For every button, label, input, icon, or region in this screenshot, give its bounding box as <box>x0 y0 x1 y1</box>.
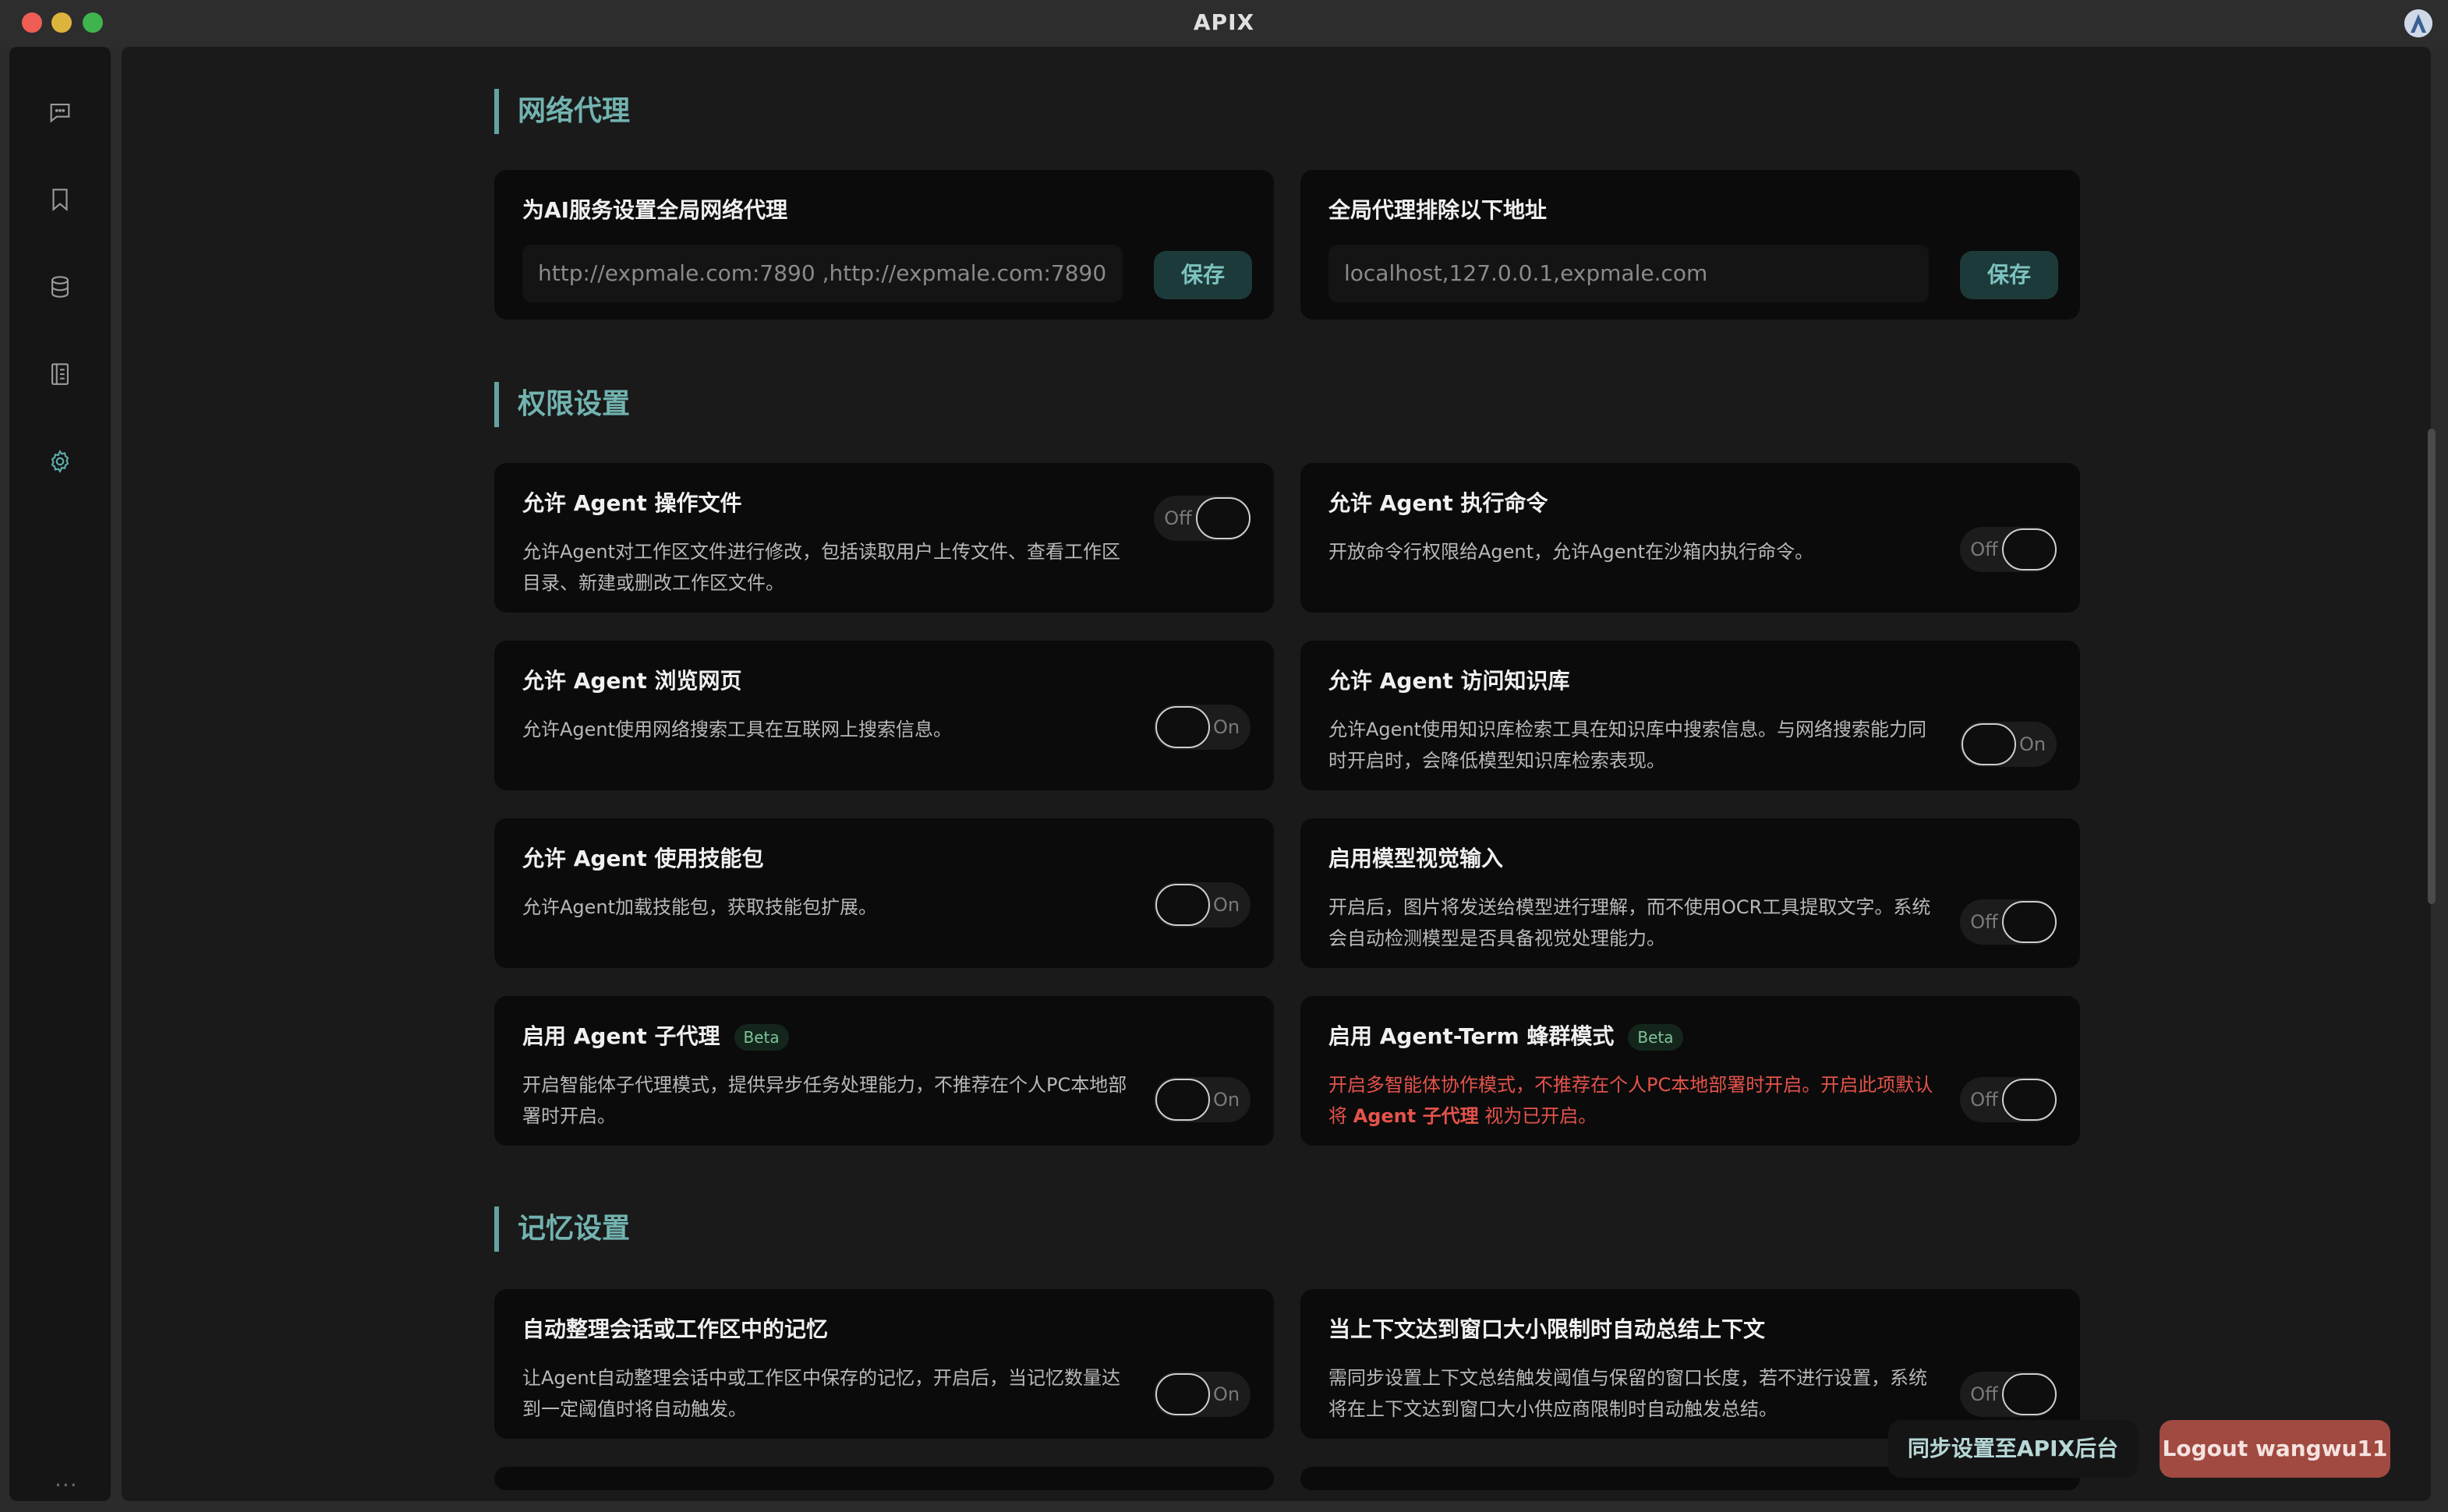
card-title: 全局代理排除以下地址 <box>1328 197 1548 223</box>
card-desc: 开启后，图片将发送给模型进行理解，而不使用OCR工具提取文字。系统会自动检测模型… <box>1328 896 1931 949</box>
permission-card-browse: 允许 Agent 浏览网页 允许Agent使用网络搜索工具在互联网上搜索信息。 … <box>494 641 1274 790</box>
permission-card-files: 允许 Agent 操作文件 允许Agent对工作区文件进行修改，包括读取用户上传… <box>494 463 1274 613</box>
card-title: 启用 Agent-Term 蜂群模式 Beta <box>1328 1019 1683 1051</box>
toggle-off-label: Off <box>1970 1383 1998 1405</box>
toggle-off-label: Off <box>1970 539 1998 560</box>
global-proxy-input[interactable]: http://expmale.com:7890 ,http://expmale.… <box>522 245 1123 302</box>
notebook-icon <box>51 363 69 385</box>
warning-emphasis: Agent 子代理 <box>1353 1105 1479 1127</box>
sync-settings-button[interactable]: 同步设置至APIX后台 <box>1888 1420 2138 1478</box>
toggle-auto-memory[interactable]: Off On <box>1154 1372 1251 1417</box>
card-title: 允许 Agent 使用技能包 <box>522 846 764 871</box>
card-title: 允许 Agent 执行命令 <box>1328 490 1548 516</box>
card-desc: 开放命令行权限给Agent，允许Agent在沙箱内执行命令。 <box>1328 541 1814 563</box>
toggle-vision-input[interactable]: Off On <box>1960 899 2057 945</box>
toggle-agent-commands[interactable]: Off On <box>1960 527 2057 572</box>
toggle-thumb <box>2002 528 2057 571</box>
bookmark-icon <box>52 189 68 212</box>
toggle-thumb <box>1962 723 2016 765</box>
card-title: 允许 Agent 浏览网页 <box>522 668 742 694</box>
card-desc: 允许Agent加载技能包，获取技能包扩展。 <box>522 896 878 918</box>
save-proxy-button[interactable]: 保存 <box>1154 251 1252 299</box>
card-title: 启用 Agent 子代理 Beta <box>522 1019 789 1051</box>
sidebar: ... <box>9 47 111 1501</box>
card-desc: 允许Agent对工作区文件进行修改，包括读取用户上传文件、查看工作区目录、新建或… <box>522 541 1121 594</box>
title-bar: APIX <box>0 0 2448 47</box>
chat-icon <box>50 104 70 123</box>
toggle-off-label: Off <box>1970 1089 1998 1111</box>
toggle-off-label: Off <box>1164 507 1192 529</box>
gear-icon <box>51 450 69 473</box>
sidebar-item-database[interactable] <box>44 271 76 302</box>
card-title: 启用模型视觉输入 <box>1328 846 1504 871</box>
memory-card-auto-summarize: 当上下文达到窗口大小限制时自动总结上下文 需同步设置上下文总结触发阈值与保留的窗… <box>1300 1289 2080 1439</box>
beta-badge: Beta <box>734 1024 789 1051</box>
toggle-subagent[interactable]: Off On <box>1154 1077 1251 1122</box>
card-title: 为AI服务设置全局网络代理 <box>522 197 788 223</box>
toggle-agent-browse[interactable]: Off On <box>1154 705 1251 750</box>
toggle-thumb <box>2002 1079 2057 1121</box>
avatar-icon <box>2404 9 2432 37</box>
card-desc: 开启智能体子代理模式，提供异步任务处理能力，不推荐在个人PC本地部署时开启。 <box>522 1074 1127 1127</box>
sidebar-item-chat[interactable] <box>44 97 76 128</box>
save-exclude-button[interactable]: 保存 <box>1960 251 2058 299</box>
memory-card-auto-organize: 自动整理会话或工作区中的记忆 让Agent自动整理会话中或工作区中保存的记忆，开… <box>494 1289 1274 1439</box>
card-desc: 需同步设置上下文总结触发阈值与保留的窗口长度，若不进行设置，系统将在上下文达到窗… <box>1328 1367 1927 1420</box>
scrollbar[interactable] <box>2428 429 2436 904</box>
toggle-agent-knowledge[interactable]: Off On <box>1960 722 2057 767</box>
card-title-text: 启用 Agent-Term 蜂群模式 <box>1328 1023 1615 1049</box>
toggle-agent-skills[interactable]: Off On <box>1154 882 1251 927</box>
proxy-card-global: 为AI服务设置全局网络代理 http://expmale.com:7890 ,h… <box>494 170 1274 320</box>
settings-panel <box>122 47 2431 1501</box>
toggle-thumb <box>2002 901 2057 943</box>
toggle-thumb <box>1155 884 1210 926</box>
sidebar-item-bookmarks[interactable] <box>44 184 76 215</box>
section-title-permissions: 权限设置 <box>494 382 630 427</box>
toggle-thumb <box>1155 706 1210 748</box>
card-title: 自动整理会话或工作区中的记忆 <box>522 1316 829 1342</box>
toggle-thumb <box>1155 1373 1210 1415</box>
app-title: APIX <box>1193 9 1255 35</box>
warning-text-end: 视为已开启。 <box>1478 1105 1597 1127</box>
toggle-auto-summarize[interactable]: Off On <box>1960 1372 2057 1417</box>
toggle-agent-files[interactable]: Off On <box>1154 496 1251 541</box>
toggle-thumb <box>1196 497 1251 539</box>
user-avatar[interactable] <box>2404 9 2432 37</box>
card-title: 当上下文达到窗口大小限制时自动总结上下文 <box>1328 1316 1766 1342</box>
sidebar-item-settings[interactable] <box>44 446 76 477</box>
toggle-swarm-mode[interactable]: Off On <box>1960 1077 2057 1122</box>
toggle-thumb <box>1155 1079 1210 1121</box>
card-title-text: 启用 Agent 子代理 <box>522 1023 720 1049</box>
permission-card-vision: 启用模型视觉输入 开启后，图片将发送给模型进行理解，而不使用OCR工具提取文字。… <box>1300 818 2080 968</box>
permission-card-commands: 允许 Agent 执行命令 开放命令行权限给Agent，允许Agent在沙箱内执… <box>1300 463 2080 613</box>
proxy-exclude-input[interactable]: localhost,127.0.0.1,expmale.com <box>1328 245 1929 302</box>
card-desc: 允许Agent使用知识库检索工具在知识库中搜索信息。与网络搜索能力同时开启时，会… <box>1328 719 1927 772</box>
section-title-proxy: 网络代理 <box>494 89 630 134</box>
beta-badge: Beta <box>1628 1024 1683 1051</box>
toggle-thumb <box>2002 1373 2057 1415</box>
proxy-card-exclude: 全局代理排除以下地址 localhost,127.0.0.1,expmale.c… <box>1300 170 2080 320</box>
toggle-off-label: Off <box>1970 911 1998 933</box>
card-desc-warning: 开启多智能体协作模式，不推荐在个人PC本地部署时开启。开启此项默认将 Agent… <box>1328 1069 1937 1132</box>
logout-button[interactable]: Logout wangwu11 <box>2160 1420 2390 1478</box>
section-title-memory: 记忆设置 <box>494 1206 630 1252</box>
sidebar-item-notebook[interactable] <box>44 359 76 390</box>
card-title: 允许 Agent 操作文件 <box>522 490 742 516</box>
card-desc: 允许Agent使用网络搜索工具在互联网上搜索信息。 <box>522 719 953 740</box>
database-icon <box>51 276 69 298</box>
permission-card-skills: 允许 Agent 使用技能包 允许Agent加载技能包，获取技能包扩展。 Off… <box>494 818 1274 968</box>
more-icon[interactable]: ... <box>55 1466 78 1492</box>
permission-card-knowledge: 允许 Agent 访问知识库 允许Agent使用知识库检索工具在知识库中搜索信息… <box>1300 641 2080 790</box>
memory-card-partial <box>494 1467 1274 1490</box>
card-title: 允许 Agent 访问知识库 <box>1328 668 1570 694</box>
card-desc: 让Agent自动整理会话中或工作区中保存的记忆，开启后，当记忆数量达到一定阈值时… <box>522 1367 1121 1420</box>
permission-card-subagent: 启用 Agent 子代理 Beta 开启智能体子代理模式，提供异步任务处理能力，不… <box>494 996 1274 1146</box>
permission-card-swarm: 启用 Agent-Term 蜂群模式 Beta 开启多智能体协作模式，不推荐在个人… <box>1300 996 2080 1146</box>
